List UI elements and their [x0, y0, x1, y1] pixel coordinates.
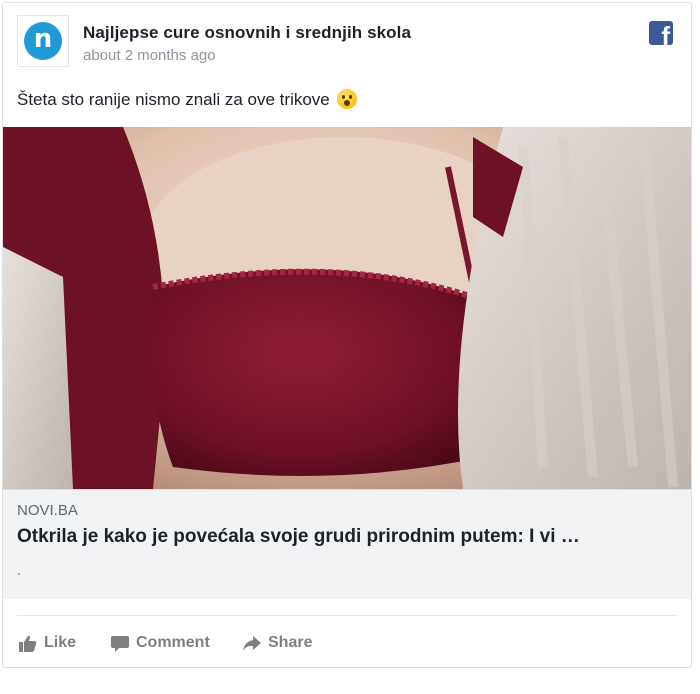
link-domain: NOVI.BA — [17, 502, 78, 519]
page-avatar[interactable]: n — [17, 15, 69, 67]
link-headline[interactable]: Otkrila je kako je povećala svoje grudi … — [17, 526, 681, 548]
link-description: . — [17, 562, 21, 578]
post-text: Šteta sto ranije nismo znali za ove trik… — [17, 89, 357, 110]
comment-bubble-icon — [111, 635, 129, 652]
post-actions-bar: Like Comment Share — [17, 615, 677, 662]
facebook-icon[interactable]: f — [649, 21, 673, 45]
like-button[interactable]: Like — [19, 634, 76, 652]
page-name-link[interactable]: Najljepse cure osnovnih i srednjih skola — [83, 23, 411, 43]
post-text-content: Šteta sto ranije nismo znali za ove trik… — [17, 90, 330, 109]
comment-button[interactable]: Comment — [111, 634, 210, 652]
share-arrow-icon — [243, 635, 261, 651]
post-timestamp[interactable]: about 2 months ago — [83, 47, 216, 64]
share-label: Share — [268, 634, 313, 651]
comment-label: Comment — [136, 634, 210, 651]
astonished-face-emoji-icon — [336, 89, 357, 109]
post-header: n Najljepse cure osnovnih i srednjih sko… — [3, 3, 691, 75]
like-label: Like — [44, 634, 77, 651]
thumbs-up-icon — [19, 635, 37, 652]
link-preview-meta[interactable]: NOVI.BA Otkrila je kako je povećala svoj… — [3, 489, 691, 599]
share-button[interactable]: Share — [243, 634, 312, 652]
page-logo-n: n — [24, 22, 62, 60]
facebook-post-card: n Najljepse cure osnovnih i srednjih sko… — [2, 2, 692, 668]
link-preview-image[interactable] — [3, 127, 691, 489]
